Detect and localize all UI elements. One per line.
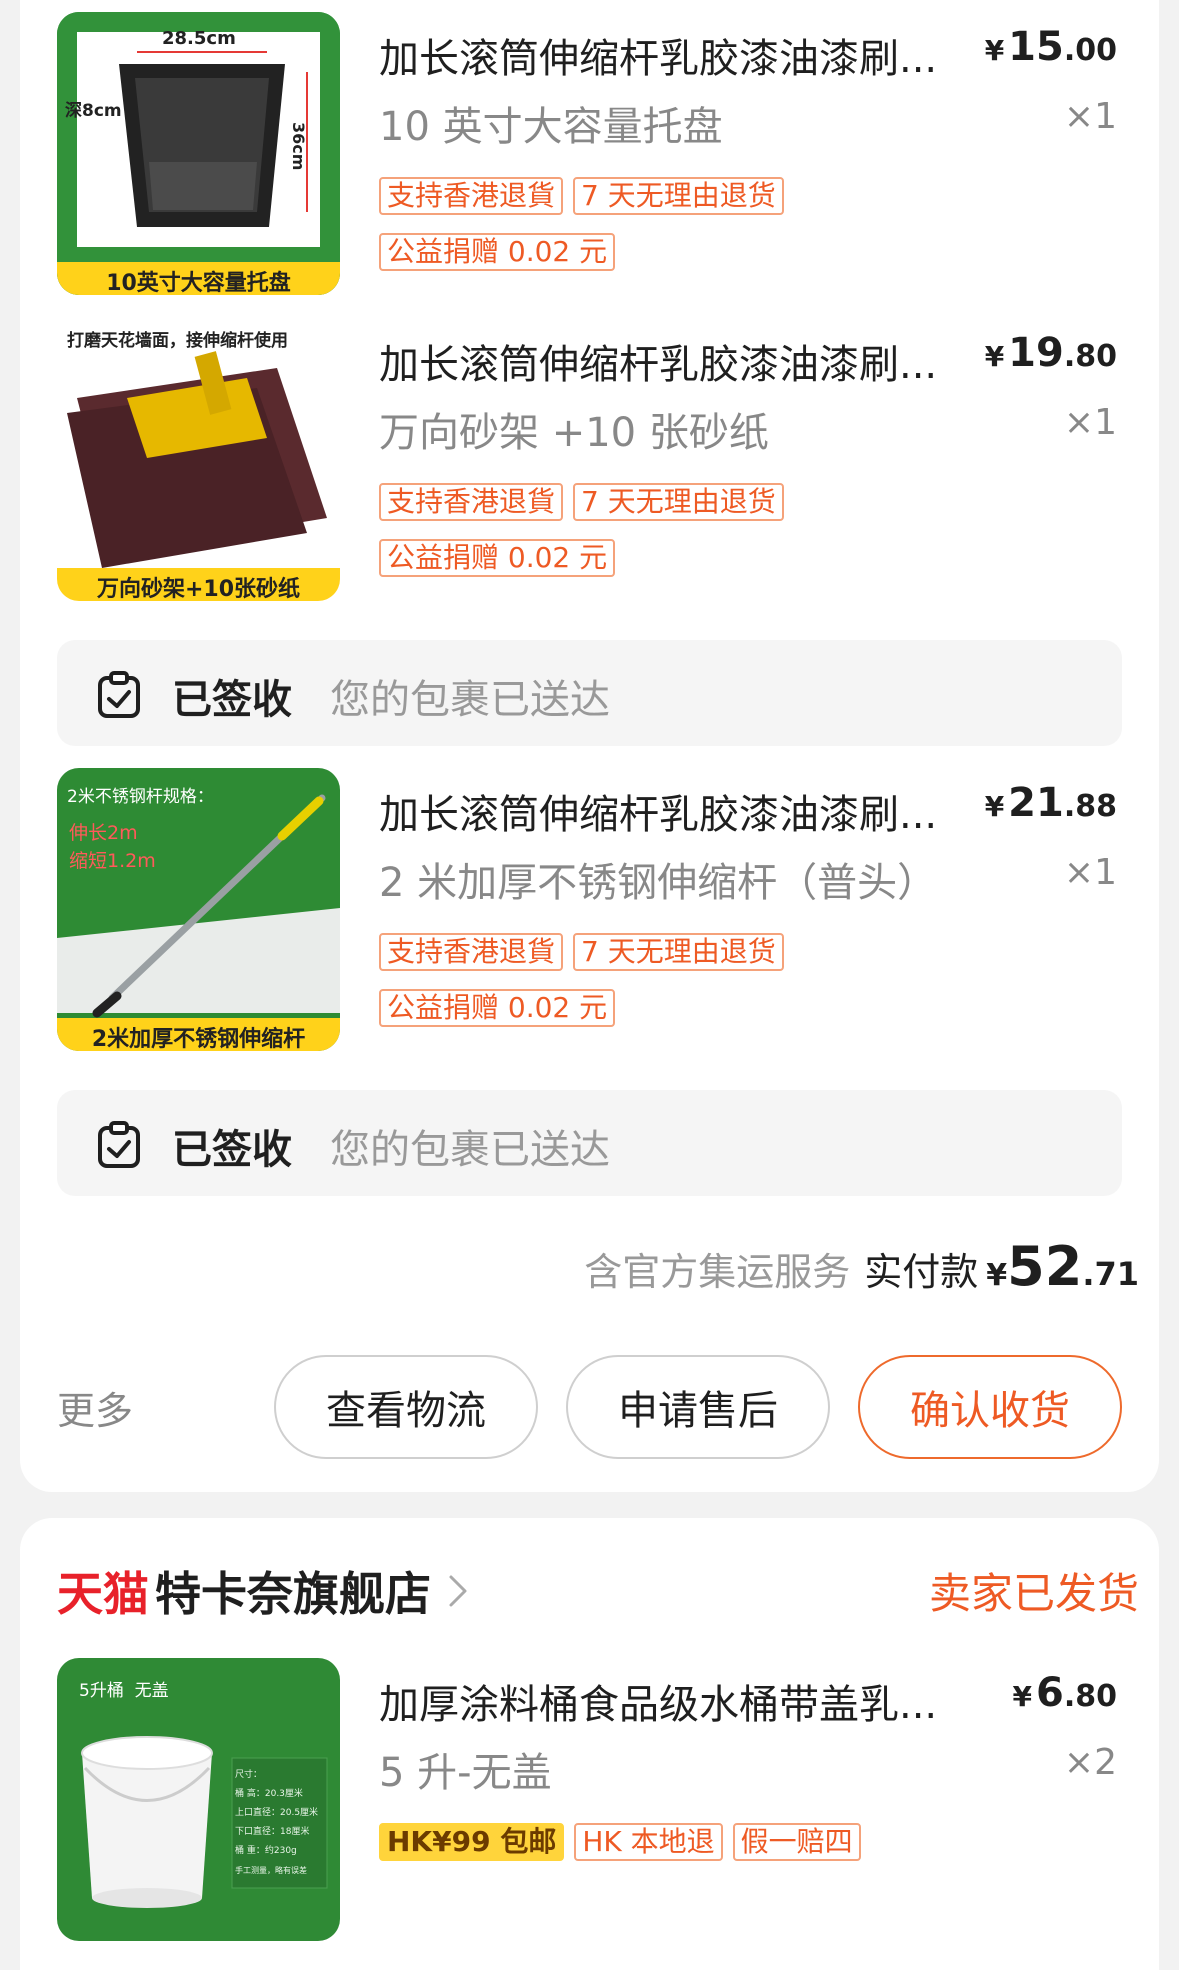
tmall-logo: 天猫 bbox=[57, 1567, 149, 1621]
tag-charity: 公益捐赠 0.02 元 bbox=[379, 539, 616, 577]
product-title[interactable]: 加长滚筒伸缩杆乳胶漆油漆刷... bbox=[379, 782, 999, 840]
product-quantity: ×1 bbox=[1063, 402, 1117, 443]
product-title[interactable]: 加厚涂料桶食品级水桶带盖乳... bbox=[379, 1672, 999, 1730]
tag-authentic-guarantee: 假一赔四 bbox=[732, 1823, 861, 1861]
shop-name[interactable]: 特卡奈旗舰店 bbox=[155, 1558, 431, 1624]
total-label: 实付款 bbox=[864, 1250, 979, 1294]
order-item[interactable]: 28.5cm 深8cm 36cm 10英寸大容量托盘 加长滚筒伸缩杆乳胶漆油漆刷… bbox=[57, 12, 1117, 296]
tag-free-shipping: HK¥99 包邮 bbox=[379, 1823, 565, 1861]
product-quantity: ×2 bbox=[1063, 1742, 1117, 1783]
thumb-size-table: 尺寸： 桶 高：20.3厘米 上口直径：20.5厘米 下口直径：18厘米 桶 重… bbox=[235, 1770, 319, 1875]
total-note: 含官方集运服务 bbox=[584, 1250, 851, 1294]
thumb-label: 5升桶 无盖 bbox=[79, 1681, 169, 1701]
delivery-status-message: 您的包裹已送达 bbox=[330, 1127, 610, 1173]
thumb-label: 缩短1.2m bbox=[69, 850, 156, 872]
product-quantity: ×1 bbox=[1063, 96, 1117, 137]
product-quantity: ×1 bbox=[1063, 852, 1117, 893]
tag-hk-local-return: HK 本地退 bbox=[574, 1823, 723, 1861]
product-thumbnail[interactable]: 28.5cm 深8cm 36cm 10英寸大容量托盘 bbox=[57, 12, 340, 295]
shop-header[interactable]: 天猫 特卡奈旗舰店 bbox=[57, 1558, 469, 1624]
thumb-label: 深8cm bbox=[65, 101, 122, 121]
product-spec: 万向砂架 +10 张砂纸 bbox=[379, 410, 769, 456]
confirm-receipt-button[interactable]: 确认收货 bbox=[858, 1355, 1122, 1459]
sanding-kit-image bbox=[57, 318, 340, 601]
delivery-status-label: 已签收 bbox=[172, 677, 292, 723]
product-price: ¥19.80 bbox=[984, 330, 1117, 376]
product-title[interactable]: 加长滚筒伸缩杆乳胶漆油漆刷... bbox=[379, 332, 999, 390]
product-thumbnail[interactable]: 打磨天花墙面，接伸缩杆使用 万向砂架+10张砂纸 bbox=[57, 318, 340, 601]
delivery-status-message: 您的包裹已送达 bbox=[330, 677, 610, 723]
more-button[interactable]: 更多 bbox=[57, 1380, 133, 1435]
thumb-label: 36cm bbox=[289, 122, 308, 171]
tag-hk-return: 支持香港退貨 bbox=[379, 933, 564, 971]
product-thumbnail[interactable]: 5升桶 无盖 尺寸： 桶 高：20.3厘米 上口直径：20.5厘米 下口直径：1… bbox=[57, 1658, 340, 1941]
product-thumbnail[interactable]: 2米不锈钢杆规格： 伸长2m 缩短1.2m 2米加厚不锈钢伸缩杆 bbox=[57, 768, 340, 1051]
order-item[interactable]: 2米不锈钢杆规格： 伸长2m 缩短1.2m 2米加厚不锈钢伸缩杆 加长滚筒伸缩杆… bbox=[57, 768, 1117, 1052]
delivery-status-label: 已签收 bbox=[172, 1127, 292, 1173]
tag-7day-return: 7 天无理由退货 bbox=[573, 933, 784, 971]
product-title[interactable]: 加长滚筒伸缩杆乳胶漆油漆刷... bbox=[379, 26, 999, 84]
delivery-status[interactable]: 已签收 您的包裹已送达 bbox=[57, 1090, 1122, 1196]
product-tags: 支持香港退貨 7 天无理由退货 公益捐赠 0.02 元 bbox=[379, 933, 999, 1045]
order-item[interactable]: 5升桶 无盖 尺寸： 桶 高：20.3厘米 上口直径：20.5厘米 下口直径：1… bbox=[57, 1658, 1117, 1942]
thumb-label: 2米不锈钢杆规格： bbox=[67, 787, 214, 807]
extension-pole-image bbox=[57, 768, 340, 1051]
clipboard-check-icon bbox=[98, 1121, 140, 1168]
tag-charity: 公益捐赠 0.02 元 bbox=[379, 989, 616, 1027]
tag-7day-return: 7 天无理由退货 bbox=[573, 483, 784, 521]
thumb-label: 打磨天花墙面，接伸缩杆使用 bbox=[67, 331, 288, 351]
thumb-caption: 2米加厚不锈钢伸缩杆 bbox=[91, 1027, 306, 1051]
thumb-label: 伸长2m bbox=[69, 822, 138, 844]
after-sales-button[interactable]: 申请售后 bbox=[566, 1355, 830, 1459]
product-price: ¥21.88 bbox=[984, 780, 1117, 826]
product-spec: 5 升-无盖 bbox=[379, 1750, 552, 1796]
tag-hk-return: 支持香港退貨 bbox=[379, 177, 564, 215]
tag-charity: 公益捐赠 0.02 元 bbox=[379, 233, 616, 271]
order-item[interactable]: 打磨天花墙面，接伸缩杆使用 万向砂架+10张砂纸 加长滚筒伸缩杆乳胶漆油漆刷..… bbox=[57, 318, 1117, 602]
product-tags: 支持香港退貨 7 天无理由退货 公益捐赠 0.02 元 bbox=[379, 483, 999, 595]
order-total: 含官方集运服务 实付款 ¥52.71 bbox=[584, 1235, 1139, 1298]
chevron-right-icon bbox=[449, 1575, 467, 1607]
product-price: ¥15.00 bbox=[984, 24, 1117, 70]
product-tags: 支持香港退貨 7 天无理由退货 公益捐赠 0.02 元 bbox=[379, 177, 999, 289]
thumb-label: 28.5cm bbox=[162, 28, 236, 49]
total-currency: ¥ bbox=[986, 1258, 1008, 1293]
product-spec: 2 米加厚不锈钢伸缩杆（普头） bbox=[379, 860, 938, 906]
clipboard-check-icon bbox=[98, 671, 140, 718]
order-status: 卖家已发货 bbox=[928, 1569, 1139, 1618]
total-amount-dec: .71 bbox=[1082, 1255, 1139, 1293]
product-price: ¥6.80 bbox=[1012, 1670, 1117, 1716]
tag-hk-return: 支持香港退貨 bbox=[379, 483, 564, 521]
tag-7day-return: 7 天无理由退货 bbox=[573, 177, 784, 215]
thumb-caption: 万向砂架+10张砂纸 bbox=[96, 577, 301, 601]
thumb-caption: 10英寸大容量托盘 bbox=[106, 271, 291, 295]
product-tags: HK¥99 包邮 HK 本地退 假一赔四 bbox=[379, 1823, 999, 1879]
delivery-status[interactable]: 已签收 您的包裹已送达 bbox=[57, 640, 1122, 746]
total-amount-int: 52 bbox=[1007, 1235, 1083, 1298]
product-spec: 10 英寸大容量托盘 bbox=[379, 104, 723, 150]
view-logistics-button[interactable]: 查看物流 bbox=[274, 1355, 538, 1459]
